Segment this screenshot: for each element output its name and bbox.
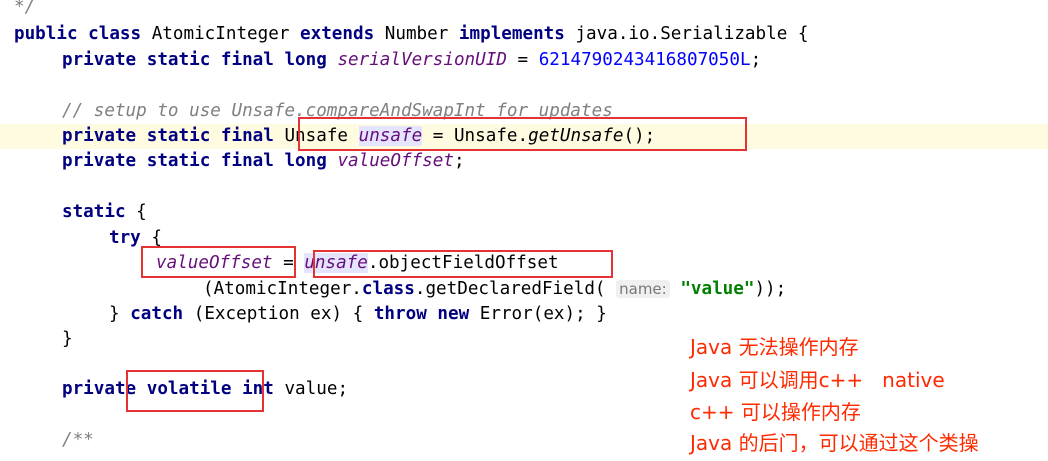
code-line-catch: } catch (Exception ex) { throw new Error… (109, 304, 607, 324)
code-line-get-declared-field: (AtomicInteger.class.getDeclaredField( n… (203, 279, 787, 299)
code-line-serial-version-uid: private static final long serialVersionU… (62, 50, 762, 70)
code-editor-screenshot: { "code": { "l0_comment_end": "*/", "l1"… (0, 0, 1048, 461)
code-line-static-block: static { (62, 202, 147, 222)
code-line-javadoc-start: /** (62, 430, 94, 450)
annotation-note-4: Java 的后门，可以通过这个类操 (690, 431, 979, 455)
comment-end: */ (14, 0, 36, 17)
annotation-note-2: Java 可以调用c++ native (690, 368, 945, 392)
annotation-box-object-field-offset (313, 250, 613, 278)
annotation-note-1: Java 无法操作内存 (690, 335, 859, 359)
code-line-static-close: } (62, 329, 73, 349)
code-line-class-declaration: public class AtomicInteger extends Numbe… (14, 24, 809, 44)
annotation-note-3: c++ 可以操作内存 (690, 400, 861, 424)
parameter-hint: name: (616, 280, 670, 298)
annotation-box-unsafe-field (298, 117, 747, 151)
annotation-box-volatile (126, 370, 264, 412)
annotation-box-value-offset (141, 246, 296, 278)
code-line-value-offset-field: private static final long valueOffset; (62, 151, 465, 171)
